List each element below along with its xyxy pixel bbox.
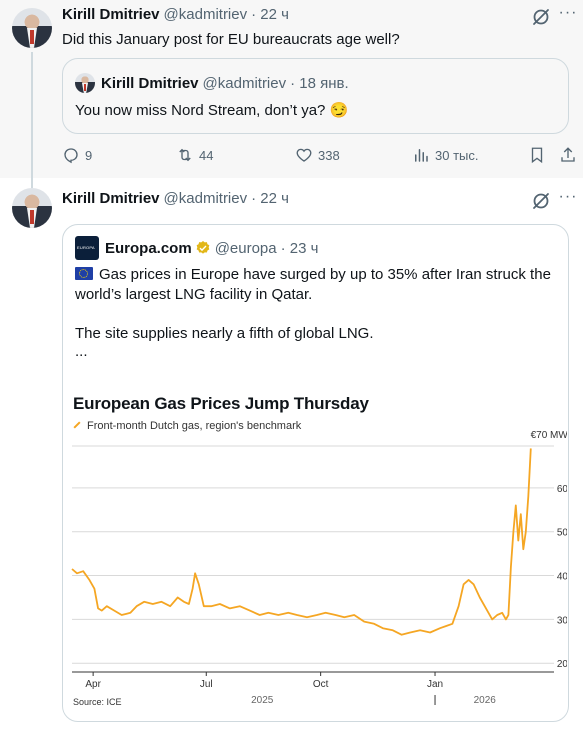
tweet-header: Kirill Dmitriev @kadmitriev · 22 ч bbox=[62, 6, 289, 23]
author-name[interactable]: Kirill Dmitriev bbox=[62, 6, 160, 23]
quoted-tweet-time: · 18 янв. bbox=[290, 74, 349, 92]
x-tick-label: Apr bbox=[85, 679, 101, 690]
y-tick-label: 60 bbox=[557, 484, 567, 495]
quoted-tweet-header: Kirill Dmitriev @kadmitriev · 18 янв. bbox=[75, 73, 349, 93]
author-handle[interactable]: @kadmitriev bbox=[164, 6, 248, 23]
author-handle[interactable]: @kadmitriev bbox=[164, 190, 248, 207]
price-series-line bbox=[71, 448, 532, 636]
tweet-text: Did this January post for EU bureaucrats… bbox=[62, 31, 400, 48]
gas-price-chart: 20 30 40 50 60 €70 MWh Apr Jul Oct Jan 2025 2026 bbox=[71, 430, 567, 706]
more-options-icon[interactable]: ··· bbox=[558, 5, 578, 26]
views-button[interactable]: 30 тыс. bbox=[412, 146, 478, 164]
quoted-tweet[interactable]: Kirill Dmitriev @kadmitriev · 18 янв. Yo… bbox=[62, 58, 569, 134]
like-button[interactable]: 338 bbox=[295, 146, 340, 164]
x-year-label: 2025 bbox=[251, 695, 274, 706]
repost-count: 44 bbox=[199, 147, 214, 163]
quoted-author-name: Europa.com bbox=[105, 239, 192, 257]
unit-label: €70 MWh bbox=[531, 430, 567, 441]
y-tick-label: 40 bbox=[557, 572, 567, 583]
author-name[interactable]: Kirill Dmitriev bbox=[62, 190, 160, 207]
y-tick-label: 50 bbox=[557, 528, 567, 539]
share-icon[interactable] bbox=[559, 146, 577, 164]
quoted-tweet-text-line2: The site supplies nearly a fifth of glob… bbox=[75, 325, 374, 342]
tweet-time[interactable]: · 22 ч bbox=[251, 190, 289, 207]
reply-count: 9 bbox=[85, 147, 93, 163]
x-tick-label: Jan bbox=[427, 679, 443, 690]
repost-icon bbox=[179, 148, 191, 162]
tweet-1[interactable]: Kirill Dmitriev @kadmitriev · 22 ч ··· D… bbox=[0, 0, 583, 178]
quoted-tweet-text: You now miss Nord Stream, don’t ya? 😏 bbox=[75, 102, 349, 119]
tweet-header: Kirill Dmitriev @kadmitriev · 22 ч bbox=[62, 190, 289, 207]
reply-icon bbox=[64, 148, 78, 164]
like-count: 338 bbox=[318, 147, 340, 163]
author-avatar[interactable] bbox=[12, 188, 52, 228]
thread-connector bbox=[31, 52, 33, 178]
repost-button[interactable]: 44 bbox=[176, 146, 213, 164]
grok-icon[interactable] bbox=[531, 191, 551, 211]
quoted-tweet-header: EUROPA Europa.com @europa · 23 ч bbox=[75, 236, 318, 260]
author-avatar[interactable] bbox=[12, 8, 52, 48]
chart-image[interactable]: European Gas Prices Jump Thursday Front-… bbox=[64, 380, 567, 720]
more-options-icon[interactable]: ··· bbox=[558, 189, 578, 210]
quoted-author-name: Kirill Dmitriev bbox=[101, 74, 199, 92]
quoted-author-handle: @europa bbox=[214, 239, 277, 257]
x-tick-label: Oct bbox=[313, 679, 329, 690]
reply-button[interactable]: 9 bbox=[62, 146, 92, 164]
tweet-2[interactable]: Kirill Dmitriev @kadmitriev · 22 ч ··· E… bbox=[0, 178, 583, 732]
tweet-actions: 9 44 338 30 тыс. bbox=[62, 146, 583, 166]
quoted-tweet-time: · 23 ч bbox=[280, 239, 319, 257]
y-tick-label: 20 bbox=[557, 659, 567, 670]
chart-source: Source: ICE bbox=[73, 697, 122, 707]
view-count: 30 тыс. bbox=[435, 147, 479, 163]
quoted-tweet[interactable]: EUROPA Europa.com @europa · 23 ч Gas pri… bbox=[62, 224, 569, 722]
europa-logo: EUROPA bbox=[75, 236, 99, 260]
grok-icon[interactable] bbox=[531, 7, 551, 27]
quoted-author-handle: @kadmitriev bbox=[202, 74, 287, 92]
views-chart-icon bbox=[415, 149, 428, 162]
eu-flag-icon bbox=[75, 267, 93, 280]
x-year-label: 2026 bbox=[474, 695, 497, 706]
y-tick-label: 30 bbox=[557, 615, 567, 626]
quoted-author-avatar bbox=[75, 73, 95, 93]
bookmark-icon[interactable] bbox=[528, 146, 546, 164]
quoted-tweet-text-line1: Gas prices in Europe have surged by up t… bbox=[75, 266, 551, 303]
quoted-tweet-text-ellipsis: ... bbox=[75, 343, 88, 360]
heart-icon bbox=[296, 148, 312, 162]
tweet-time[interactable]: · 22 ч bbox=[251, 6, 289, 23]
thread-connector bbox=[31, 178, 33, 188]
verified-badge-icon bbox=[196, 241, 210, 254]
x-tick-label: Jul bbox=[200, 679, 213, 690]
